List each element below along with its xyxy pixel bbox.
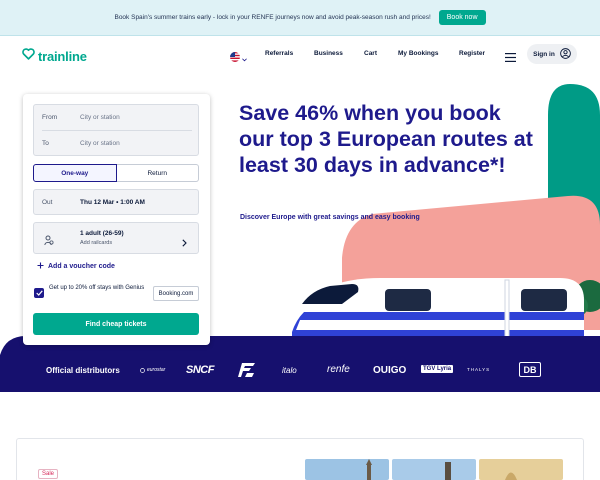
railcards-label: Add railcards [80,240,113,246]
fs-mark-icon [238,363,255,377]
thalys-logo: THALYS [467,367,491,372]
journey-search-card: From City or station To City or station … [23,94,210,345]
sncf-logo: SNCF [186,364,214,376]
add-voucher-link[interactable]: Add a voucher code [37,262,115,271]
passengers-value: 1 adult (26-59) [80,230,124,237]
to-label: To [42,140,49,147]
genius-checkbox[interactable] [34,288,44,298]
destination-photo-1[interactable] [305,459,389,480]
plus-icon [37,262,44,271]
trip-type-toggle: One-way Return [33,164,199,182]
checkmark-icon [35,290,43,296]
outbound-date-field[interactable]: Out Thu 12 Mar • 1:00 AM [33,189,199,215]
voucher-label: Add a voucher code [48,263,115,270]
passengers-icon [44,233,54,251]
from-input: City or station [80,114,120,121]
destination-photo-3[interactable] [479,459,563,480]
one-way-option[interactable]: One-way [33,164,117,182]
out-value: Thu 12 Mar • 1:00 AM [80,199,145,206]
route-fields: From City or station To City or station [33,104,199,156]
chevron-right-icon [182,234,187,252]
eurostar-logo: eurostar [140,367,165,373]
return-option[interactable]: Return [116,164,199,182]
find-cheap-tickets-button[interactable]: Find cheap tickets [33,313,199,335]
to-input: City or station [80,140,120,147]
genius-offer: Get up to 20% off stays with Genius Book… [33,280,199,308]
to-field[interactable]: To City or station [34,131,198,155]
eurostar-wordmark: eurostar [147,367,166,373]
booking-com-badge: Booking.com [153,286,199,301]
sale-badge: Sale [38,469,59,479]
italo-logo: italo [282,366,297,375]
page: Book Spain's summer trains early - lock … [0,0,600,480]
distributors-label: Official distributors [46,366,120,375]
hero-subtitle: Discover Europe with great savings and e… [240,214,420,221]
hero-title: Save 46% when you book our top 3 Europea… [239,101,533,177]
fs-logo [238,362,256,383]
eurostar-star-icon [140,367,145,373]
tgv-lyria-logo: TGV Lyria [421,365,454,373]
renfe-logo: renfe [327,364,350,375]
genius-text: Get up to 20% off stays with Genius [49,285,145,291]
destination-photo-2[interactable] [392,459,476,480]
out-label: Out [42,199,53,206]
db-logo: DB [519,362,541,377]
from-field[interactable]: From City or station [34,105,198,130]
passengers-field[interactable]: 1 adult (26-59) Add railcards [33,222,199,254]
from-label: From [42,114,58,121]
ouigo-logo: OUIGO [373,365,407,376]
